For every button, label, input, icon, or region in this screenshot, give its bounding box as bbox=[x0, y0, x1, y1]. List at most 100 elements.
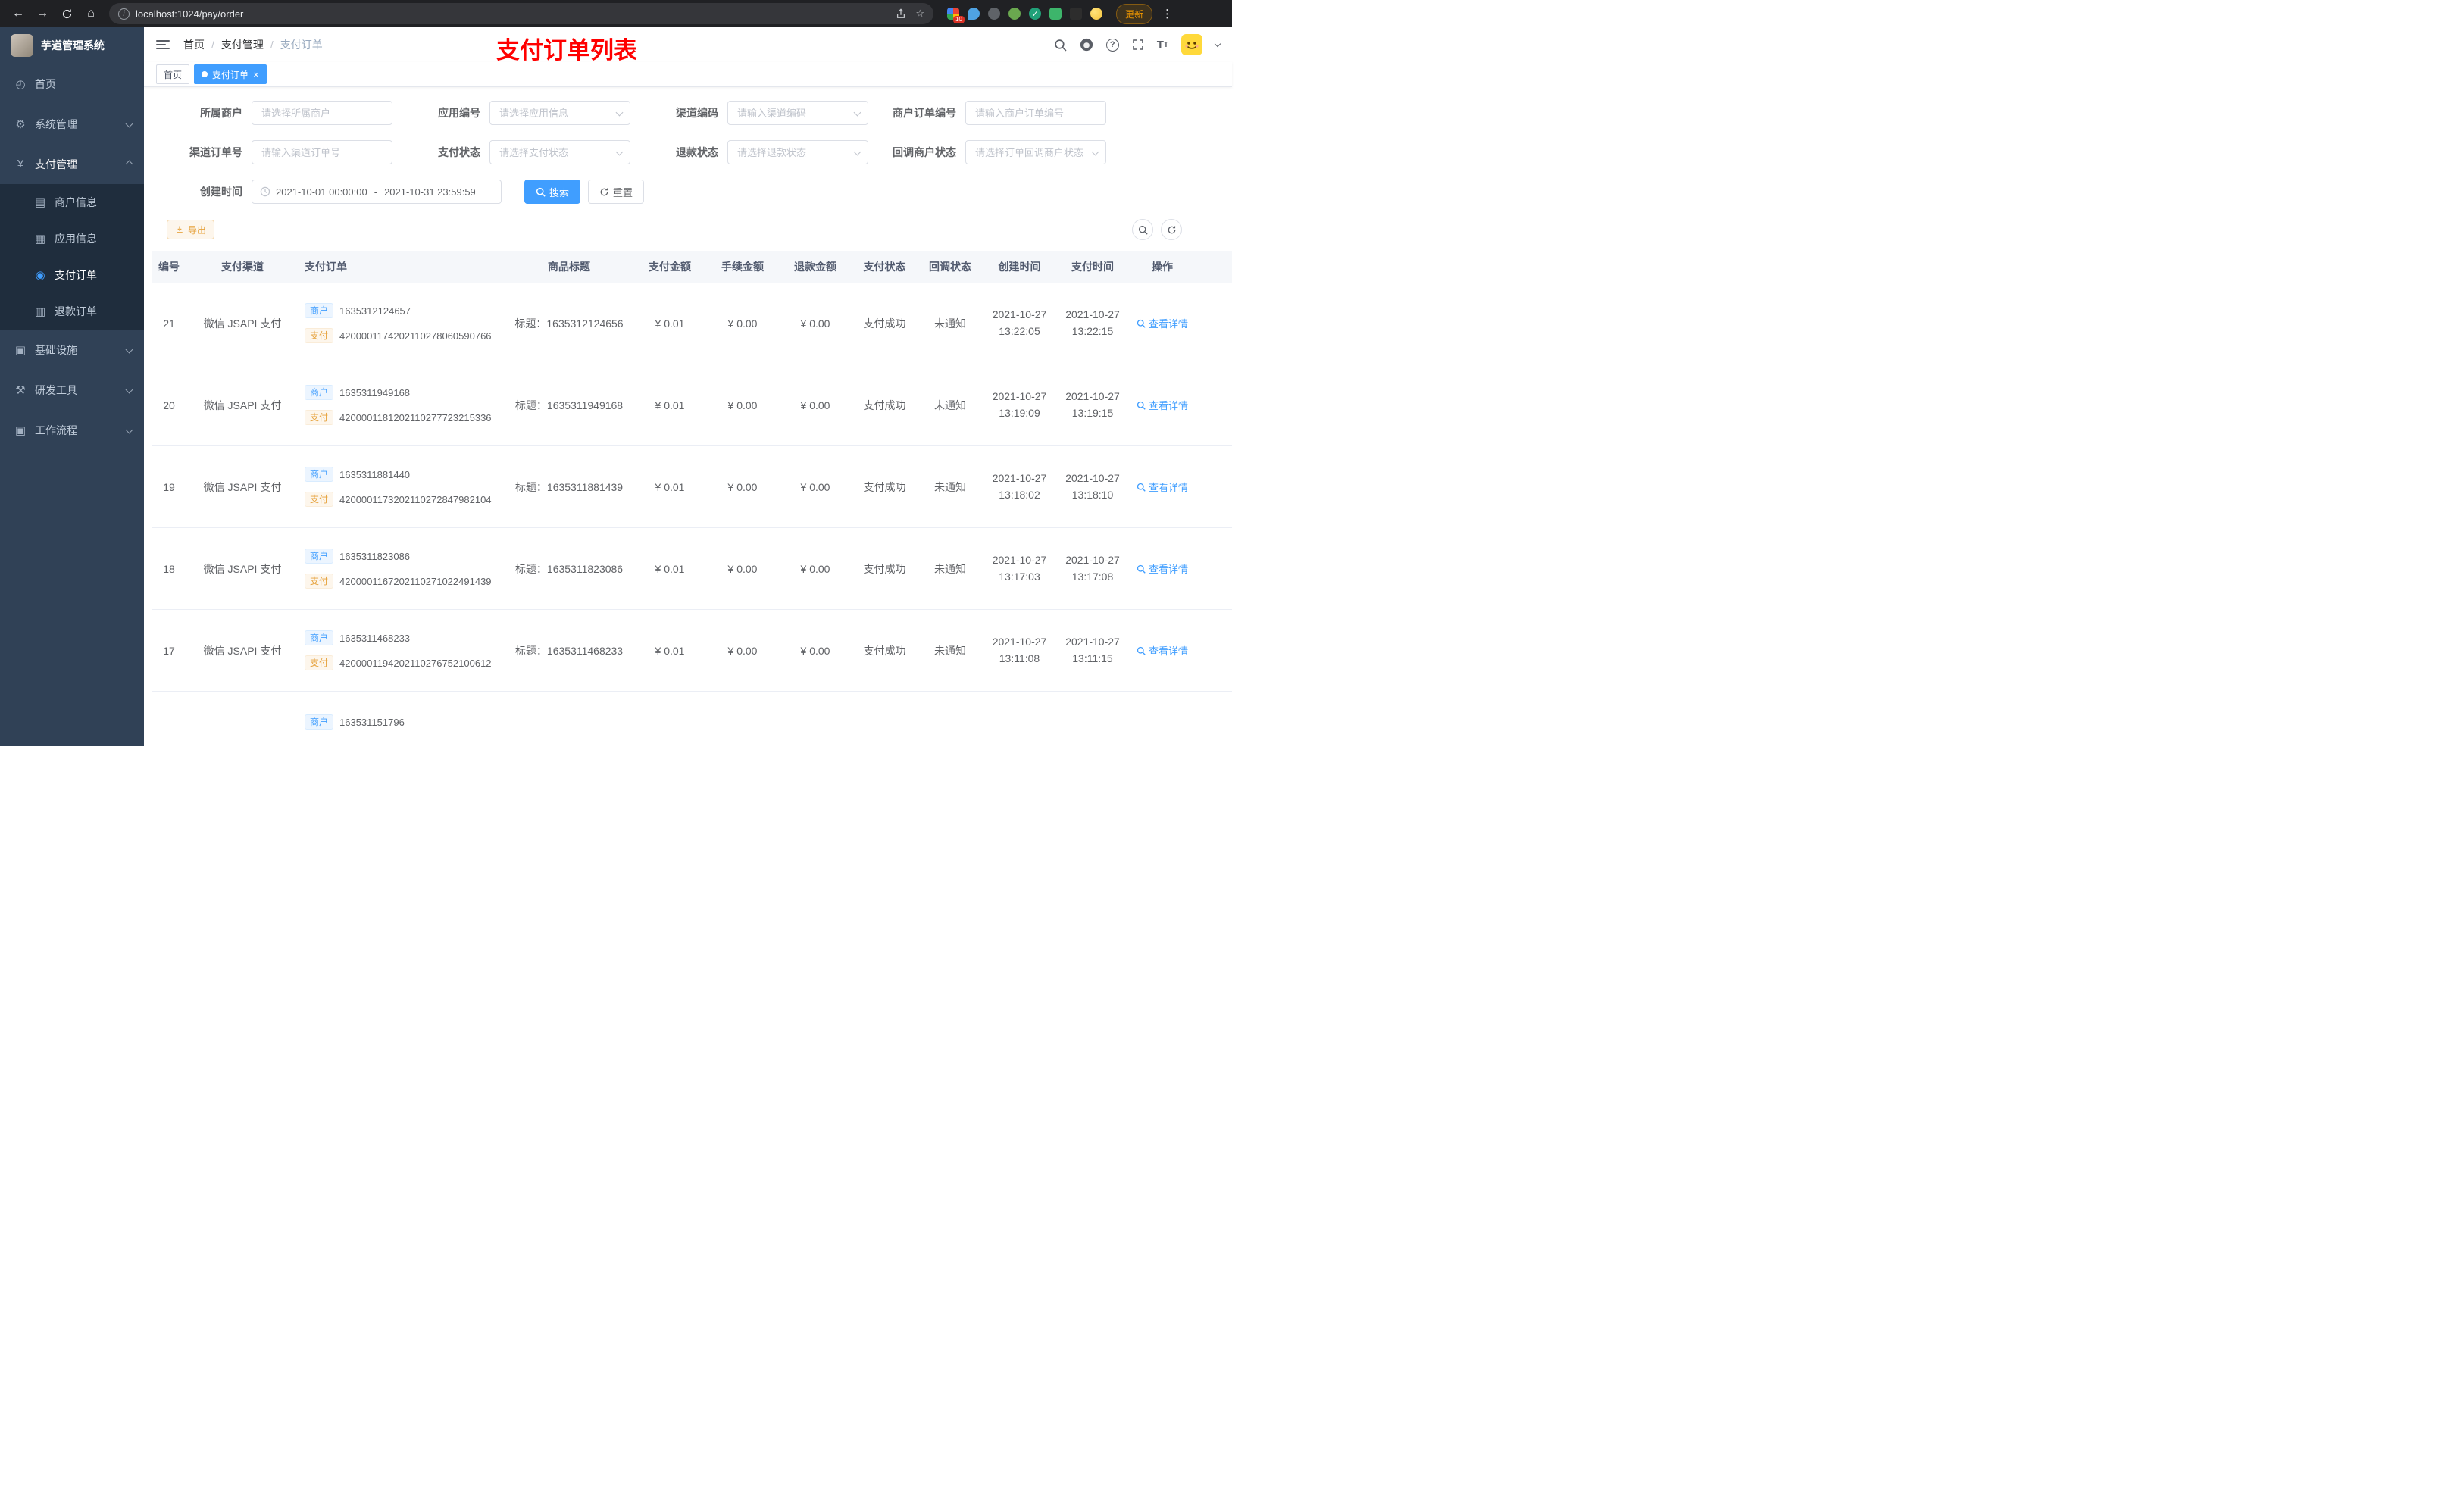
filter-pay-status: 支付状态 bbox=[405, 140, 630, 164]
merchant-order-no: 1635311823086 bbox=[339, 550, 411, 562]
filter-merchant-order-no: 商户订单编号 bbox=[880, 101, 1106, 125]
fullscreen-icon[interactable] bbox=[1132, 39, 1144, 51]
view-detail-link[interactable]: 查看详情 bbox=[1137, 398, 1188, 412]
browser-forward-button[interactable]: → bbox=[32, 3, 53, 24]
filter-refund-status: 退款状态 bbox=[643, 140, 868, 164]
date-start: 2021-10-01 00:00:00 bbox=[276, 186, 367, 198]
app-no-select[interactable] bbox=[489, 101, 630, 125]
extensions-puzzle-icon[interactable] bbox=[1070, 8, 1082, 20]
sidebar-item-infrastructure[interactable]: ▣ 基础设施 bbox=[0, 330, 144, 370]
notify-status-select[interactable] bbox=[965, 140, 1106, 164]
avatar-caret-icon[interactable] bbox=[1214, 40, 1221, 47]
merchant-order-no: 1635312124657 bbox=[339, 305, 411, 317]
refresh-table-icon[interactable] bbox=[1161, 219, 1182, 240]
extension-icon-1[interactable]: 10 bbox=[947, 8, 965, 23]
view-detail-link[interactable]: 查看详情 bbox=[1137, 480, 1188, 494]
cell-notify-status: 未通知 bbox=[934, 480, 966, 493]
chevron-down-icon bbox=[125, 426, 133, 434]
cell-pay-amount: ¥ 0.01 bbox=[655, 317, 685, 330]
sidebar-item-system[interactable]: ⚙ 系统管理 bbox=[0, 104, 144, 144]
merchant-tag: 商户 bbox=[305, 630, 334, 645]
cell-pay-order: 商户 163531151796 bbox=[299, 692, 505, 746]
view-detail-link[interactable]: 查看详情 bbox=[1137, 316, 1188, 330]
app-logo[interactable]: 芋道管理系统 bbox=[0, 27, 144, 64]
search-icon[interactable] bbox=[1054, 39, 1067, 52]
extension-icon-5[interactable]: ✓ bbox=[1029, 8, 1041, 20]
extension-icon-2[interactable] bbox=[968, 8, 980, 20]
sidebar-item-refund-order[interactable]: ▥ 退款订单 bbox=[0, 293, 144, 330]
extension-badge: 10 bbox=[953, 16, 965, 23]
channel-order-no-input[interactable] bbox=[252, 140, 392, 164]
refund-status-select[interactable] bbox=[727, 140, 868, 164]
search-icon bbox=[1137, 646, 1146, 655]
breadcrumb-payment[interactable]: 支付管理 bbox=[221, 37, 264, 52]
sidebar-item-merchant-info[interactable]: ▤ 商户信息 bbox=[0, 184, 144, 220]
cell-create-time: 2021-10-27 13:22:05 bbox=[992, 308, 1047, 337]
pay-order-no: 4200001173202110272847982104 bbox=[339, 493, 492, 505]
cell-id: 19 bbox=[163, 480, 175, 493]
breadcrumb-home[interactable]: 首页 bbox=[183, 37, 205, 52]
sidebar-item-pay-order[interactable]: ◉ 支付订单 bbox=[0, 257, 144, 293]
close-tab-icon[interactable]: × bbox=[253, 70, 259, 80]
cell-pay-status: 支付成功 bbox=[863, 480, 906, 493]
chrome-update-button[interactable]: 更新 bbox=[1116, 3, 1153, 24]
pay-order-no: 4200001167202110271022491439 bbox=[339, 575, 492, 587]
extension-icon-3[interactable] bbox=[988, 8, 1000, 20]
cell-pay-time: 2021-10-27 13:18:10 bbox=[1065, 471, 1120, 501]
github-icon[interactable] bbox=[1080, 38, 1093, 52]
browser-back-button[interactable]: ← bbox=[8, 3, 29, 24]
table-row: 19 微信 JSAPI 支付 商户 1635311881440 支付 42000… bbox=[152, 446, 1232, 528]
help-icon[interactable]: ? bbox=[1105, 38, 1119, 52]
tab-pay-order[interactable]: 支付订单 × bbox=[194, 64, 267, 84]
cell-pay-amount: ¥ 0.01 bbox=[655, 562, 685, 575]
sidebar-item-home[interactable]: ◴ 首页 bbox=[0, 64, 144, 104]
cell-fee-amount: ¥ 0.00 bbox=[727, 317, 758, 330]
channel-code-select[interactable] bbox=[727, 101, 868, 125]
site-info-icon[interactable]: i bbox=[118, 8, 130, 20]
active-tab-dot bbox=[202, 71, 208, 77]
browser-refresh-button[interactable] bbox=[56, 3, 77, 24]
collapse-sidebar-icon[interactable] bbox=[156, 40, 170, 49]
sidebar-item-payment[interactable]: ¥ 支付管理 bbox=[0, 144, 144, 184]
reset-button[interactable]: 重置 bbox=[588, 180, 645, 204]
view-detail-link[interactable]: 查看详情 bbox=[1137, 643, 1188, 658]
pay-status-select[interactable] bbox=[489, 140, 630, 164]
view-detail-link[interactable]: 查看详情 bbox=[1137, 561, 1188, 576]
yen-icon: ¥ bbox=[17, 158, 24, 170]
bookmark-star-icon[interactable]: ☆ bbox=[915, 8, 924, 20]
merchant-order-no: 1635311949168 bbox=[339, 386, 411, 399]
tab-home[interactable]: 首页 bbox=[156, 64, 190, 84]
address-bar[interactable]: i localhost:1024/pay/order ☆ bbox=[109, 3, 933, 24]
download-icon bbox=[177, 226, 183, 233]
sidebar-item-workflow[interactable]: ▣ 工作流程 bbox=[0, 410, 144, 450]
user-avatar[interactable] bbox=[1181, 34, 1202, 55]
font-size-icon[interactable]: TT bbox=[1157, 39, 1168, 52]
pay-order-no: 4200001174202110278060590766 bbox=[339, 330, 492, 342]
browser-menu-icon[interactable]: ⋮ bbox=[1162, 7, 1173, 20]
sidebar-item-app-info[interactable]: ▦ 应用信息 bbox=[0, 220, 144, 257]
cell-fee-amount: ¥ 0.00 bbox=[727, 562, 758, 575]
merchant-input[interactable] bbox=[252, 101, 392, 125]
merchant-order-no-input[interactable] bbox=[965, 101, 1106, 125]
sidebar-item-dev-tools[interactable]: ⚒ 研发工具 bbox=[0, 370, 144, 410]
date-range-picker[interactable]: 2021-10-01 00:00:00 - 2021-10-31 23:59:5… bbox=[252, 180, 502, 204]
pay-tag: 支付 bbox=[305, 492, 334, 507]
toggle-search-icon[interactable] bbox=[1132, 219, 1153, 240]
browser-home-button[interactable]: ⌂ bbox=[80, 3, 102, 24]
filter-row-1: 所属商户 应用编号 渠道编码 商户订单编号 bbox=[144, 101, 1232, 125]
topbar: 首页 / 支付管理 / 支付订单 支付订单列表 ? TT bbox=[144, 27, 1232, 64]
search-button[interactable]: 搜索 bbox=[524, 180, 581, 204]
column-header: 支付时间 bbox=[1071, 261, 1114, 273]
url-text: localhost:1024/pay/order bbox=[136, 8, 244, 20]
column-header: 操作 bbox=[1152, 261, 1173, 273]
export-button[interactable]: 导出 bbox=[167, 220, 215, 239]
extension-icon-6[interactable] bbox=[1049, 8, 1062, 20]
pay-tag: 支付 bbox=[305, 574, 334, 589]
chevron-down-icon bbox=[125, 386, 133, 394]
tools-icon: ⚒ bbox=[15, 383, 26, 397]
profile-avatar-icon[interactable] bbox=[1090, 8, 1102, 20]
extension-icon-4[interactable] bbox=[1008, 8, 1021, 20]
table-row: 21 微信 JSAPI 支付 商户 1635312124657 支付 42000… bbox=[152, 283, 1232, 364]
share-icon[interactable] bbox=[896, 8, 906, 19]
logo-image bbox=[11, 34, 33, 57]
